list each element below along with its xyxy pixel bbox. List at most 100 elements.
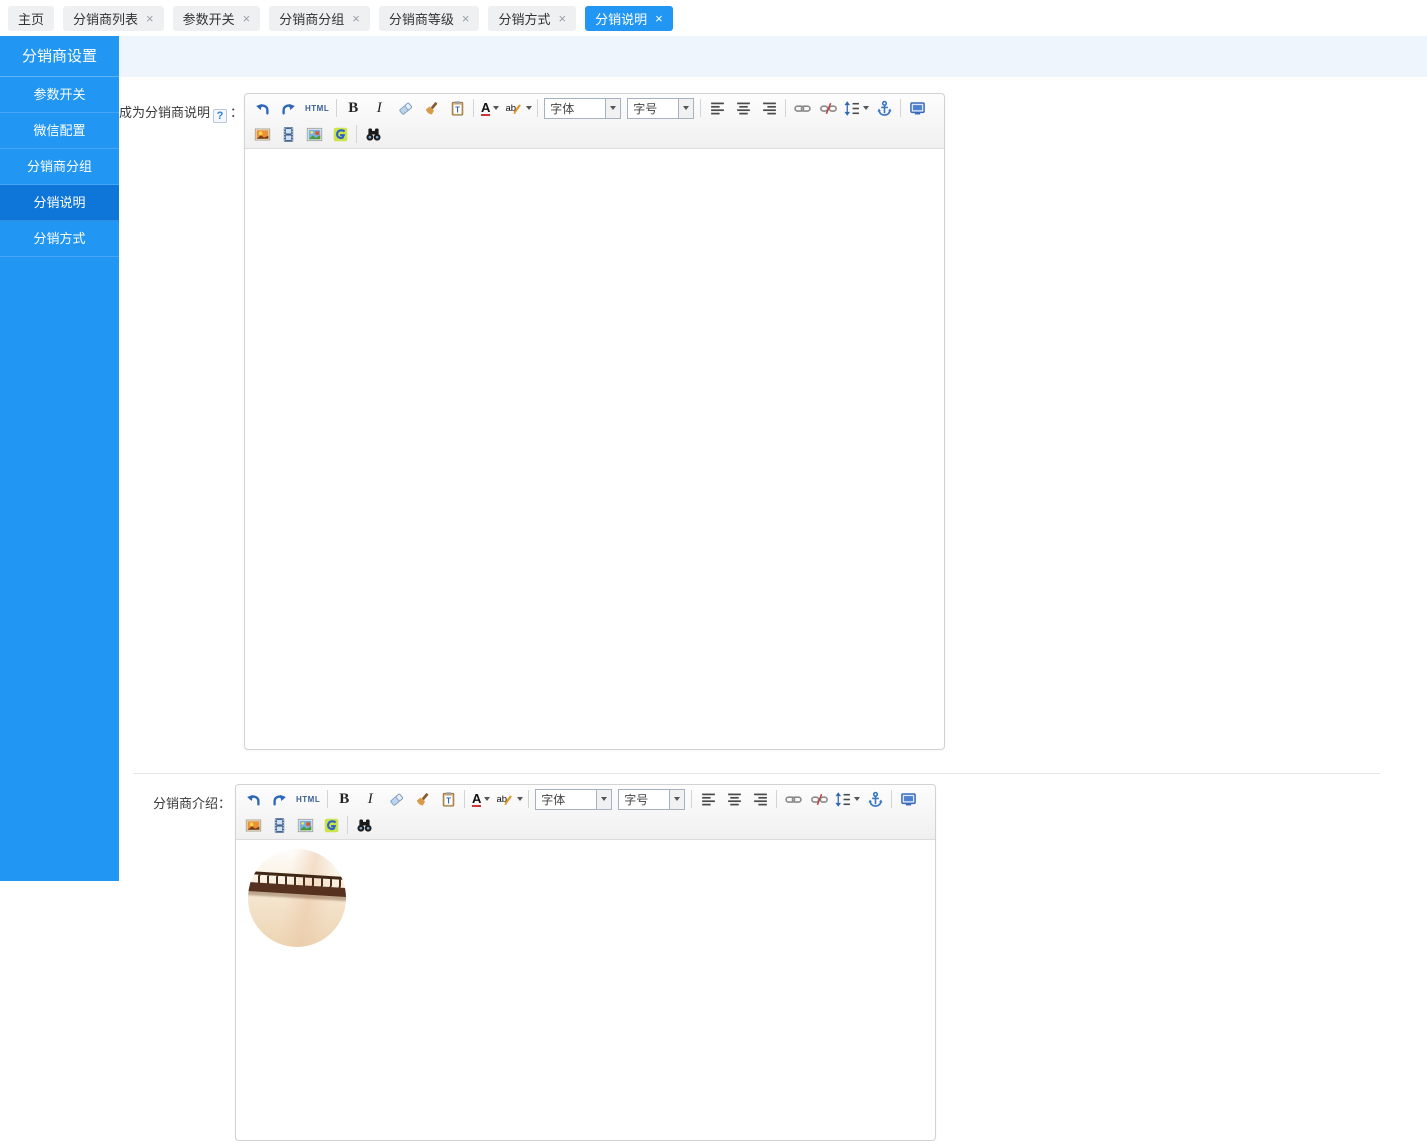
tab-close-icon[interactable]: × bbox=[558, 12, 566, 25]
link-button[interactable] bbox=[780, 787, 806, 811]
album-button[interactable] bbox=[292, 813, 318, 837]
tab-distributor-level[interactable]: 分销商等级 × bbox=[379, 6, 480, 31]
tab-close-icon[interactable]: × bbox=[462, 12, 470, 25]
font-size-select[interactable]: 字号 bbox=[618, 789, 685, 810]
chevron-down-icon[interactable] bbox=[669, 790, 684, 809]
undo-button[interactable] bbox=[249, 96, 275, 120]
tab-home[interactable]: 主页 bbox=[8, 6, 54, 31]
font-size-select[interactable]: 字号 bbox=[627, 98, 694, 119]
tab-label: 分销商列表 bbox=[73, 9, 138, 28]
tab-distribution-method[interactable]: 分销方式× bbox=[488, 6, 576, 31]
search-button[interactable] bbox=[360, 122, 386, 146]
bold-button[interactable]: B bbox=[340, 96, 366, 120]
html-button[interactable]: HTML bbox=[292, 787, 324, 811]
align-right-button[interactable] bbox=[756, 96, 782, 120]
tab-close-icon[interactable]: × bbox=[352, 12, 360, 25]
eraser-icon bbox=[397, 100, 414, 117]
anchor-button[interactable] bbox=[862, 787, 888, 811]
chevron-down-icon bbox=[493, 106, 499, 110]
italic-icon: I bbox=[377, 100, 382, 117]
distributor-intro-label: 分销商介绍： bbox=[119, 784, 231, 812]
sidebar-item-wechat-config[interactable]: 微信配置 bbox=[0, 113, 119, 149]
link-button[interactable] bbox=[789, 96, 815, 120]
flash-icon bbox=[323, 817, 340, 834]
svg-text:T: T bbox=[446, 796, 451, 805]
image-button[interactable] bbox=[240, 813, 266, 837]
flash-button[interactable] bbox=[318, 813, 344, 837]
content-header-band bbox=[119, 36, 1427, 77]
chevron-down-icon[interactable] bbox=[605, 99, 620, 118]
link-icon bbox=[785, 791, 802, 808]
hilitecolor-button[interactable]: ab bbox=[494, 787, 525, 811]
bridge-photo-image[interactable] bbox=[248, 849, 346, 947]
sidebar-title[interactable]: 分销商设置 bbox=[0, 36, 119, 77]
chevron-down-icon bbox=[863, 106, 869, 110]
brush-button[interactable] bbox=[409, 787, 435, 811]
brush-button[interactable] bbox=[418, 96, 444, 120]
image-button[interactable] bbox=[249, 122, 275, 146]
chevron-down-icon[interactable] bbox=[596, 790, 611, 809]
fullscreen-icon bbox=[900, 791, 917, 808]
align-center-button[interactable] bbox=[730, 96, 756, 120]
undo-button[interactable] bbox=[240, 787, 266, 811]
unlink-button[interactable] bbox=[806, 787, 832, 811]
sidebar-item-param-switch[interactable]: 参数开关 bbox=[0, 77, 119, 113]
redo-button[interactable] bbox=[266, 787, 292, 811]
chevron-down-icon bbox=[484, 797, 490, 801]
album-button[interactable] bbox=[301, 122, 327, 146]
italic-button[interactable]: I bbox=[366, 96, 392, 120]
forecolor-button[interactable]: A bbox=[468, 787, 494, 811]
eraser-button[interactable] bbox=[383, 787, 409, 811]
become-distributor-note-editor-content[interactable] bbox=[245, 149, 944, 749]
help-icon[interactable]: ? bbox=[213, 109, 227, 123]
tab-close-icon[interactable]: × bbox=[655, 12, 663, 25]
media-button[interactable] bbox=[275, 122, 301, 146]
distributor-intro-editor-content[interactable] bbox=[236, 840, 935, 1140]
paste-text-button[interactable]: T bbox=[444, 96, 470, 120]
tab-close-icon[interactable]: × bbox=[243, 12, 251, 25]
link-icon bbox=[794, 100, 811, 117]
unlink-button[interactable] bbox=[815, 96, 841, 120]
fullscreen-button[interactable] bbox=[904, 96, 930, 120]
flash-button[interactable] bbox=[327, 122, 353, 146]
italic-button[interactable]: I bbox=[357, 787, 383, 811]
paste-text-button[interactable]: T bbox=[435, 787, 461, 811]
tab-close-icon[interactable]: × bbox=[146, 12, 154, 25]
search-icon bbox=[356, 817, 373, 834]
tab-label: 分销商等级 bbox=[389, 9, 454, 28]
tab-distribution-description[interactable]: 分销说明× bbox=[585, 6, 673, 31]
tab-label: 主页 bbox=[18, 9, 44, 28]
align-right-button[interactable] bbox=[747, 787, 773, 811]
eraser-button[interactable] bbox=[392, 96, 418, 120]
font-family-select[interactable]: 字体 bbox=[544, 98, 621, 119]
line-height-button[interactable] bbox=[832, 787, 862, 811]
unlink-icon bbox=[820, 100, 837, 117]
align-left-icon bbox=[709, 100, 726, 117]
align-left-button[interactable] bbox=[704, 96, 730, 120]
bold-button[interactable]: B bbox=[331, 787, 357, 811]
chevron-down-icon bbox=[526, 106, 532, 110]
anchor-button[interactable] bbox=[871, 96, 897, 120]
search-button[interactable] bbox=[351, 813, 377, 837]
sidebar-item-distributor-group[interactable]: 分销商分组 bbox=[0, 149, 119, 185]
distributor-intro-editor: HTML BI T Aab 字体字号 bbox=[235, 784, 936, 1141]
sidebar-item-distribution-description[interactable]: 分销说明 bbox=[0, 185, 119, 221]
align-left-button[interactable] bbox=[695, 787, 721, 811]
sidebar-item-distribution-method[interactable]: 分销方式 bbox=[0, 221, 119, 257]
redo-button[interactable] bbox=[275, 96, 301, 120]
chevron-down-icon[interactable] bbox=[678, 99, 693, 118]
redo-icon bbox=[271, 791, 288, 808]
tab-param-switch[interactable]: 参数开关× bbox=[173, 6, 261, 31]
fullscreen-button[interactable] bbox=[895, 787, 921, 811]
paste-text-icon: T bbox=[449, 100, 466, 117]
font-family-select[interactable]: 字体 bbox=[535, 789, 612, 810]
hilitecolor-button[interactable]: ab bbox=[503, 96, 534, 120]
forecolor-button[interactable]: A bbox=[477, 96, 503, 120]
tab-distributor-group[interactable]: 分销商分组× bbox=[269, 6, 370, 31]
line-height-button[interactable] bbox=[841, 96, 871, 120]
media-button[interactable] bbox=[266, 813, 292, 837]
html-button[interactable]: HTML bbox=[301, 96, 333, 120]
align-center-button[interactable] bbox=[721, 787, 747, 811]
fullscreen-icon bbox=[909, 100, 926, 117]
tab-distributor-list[interactable]: 分销商列表 × bbox=[63, 6, 164, 31]
